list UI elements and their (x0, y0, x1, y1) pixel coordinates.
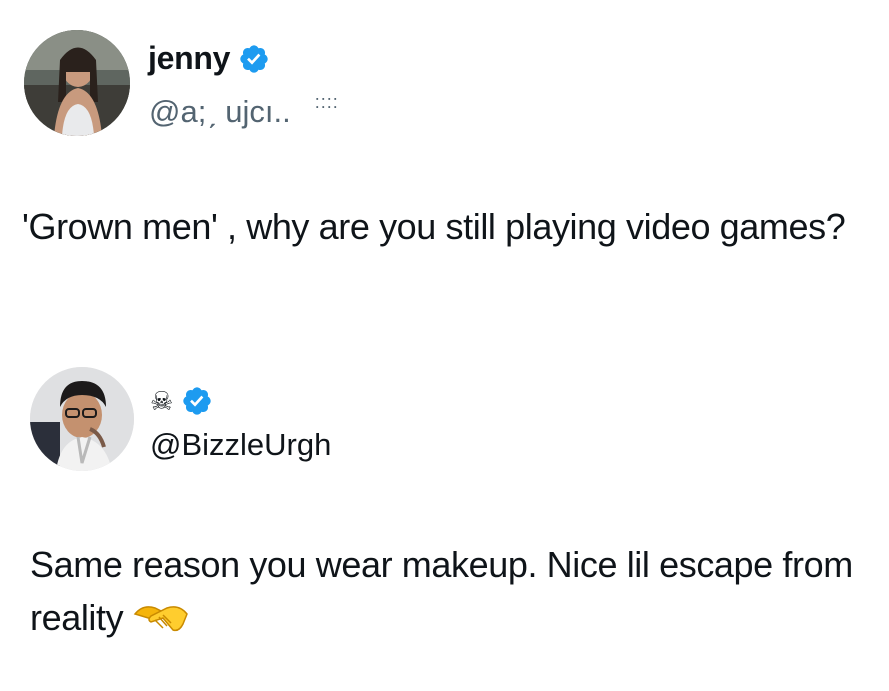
tweet-text: 'Grown men' , why are you still playing … (22, 206, 846, 247)
verified-badge-icon (240, 44, 268, 73)
display-name[interactable]: jenny (148, 40, 230, 77)
handle[interactable]: @BizzleUrgh (150, 427, 331, 463)
skull-icon[interactable]: ☠ (150, 388, 173, 414)
tweet-text: Same reason you wear makeup. Nice lil es… (30, 538, 880, 644)
handle[interactable]: @a;ˏ ujcı.. (149, 94, 291, 130)
handle-extra: :::: (314, 91, 339, 112)
name-row: ☠ (150, 385, 213, 417)
avatar-jenny[interactable] (24, 30, 130, 136)
handshake-emoji-icon (133, 600, 189, 636)
verified-badge-icon (183, 387, 211, 415)
handle-row: @BizzleUrgh (150, 427, 331, 463)
avatar-bizzleurgh[interactable] (30, 367, 134, 471)
handle-row: @a;ˏ ujcı.. :::: (149, 91, 339, 130)
name-row: jenny (148, 40, 270, 77)
